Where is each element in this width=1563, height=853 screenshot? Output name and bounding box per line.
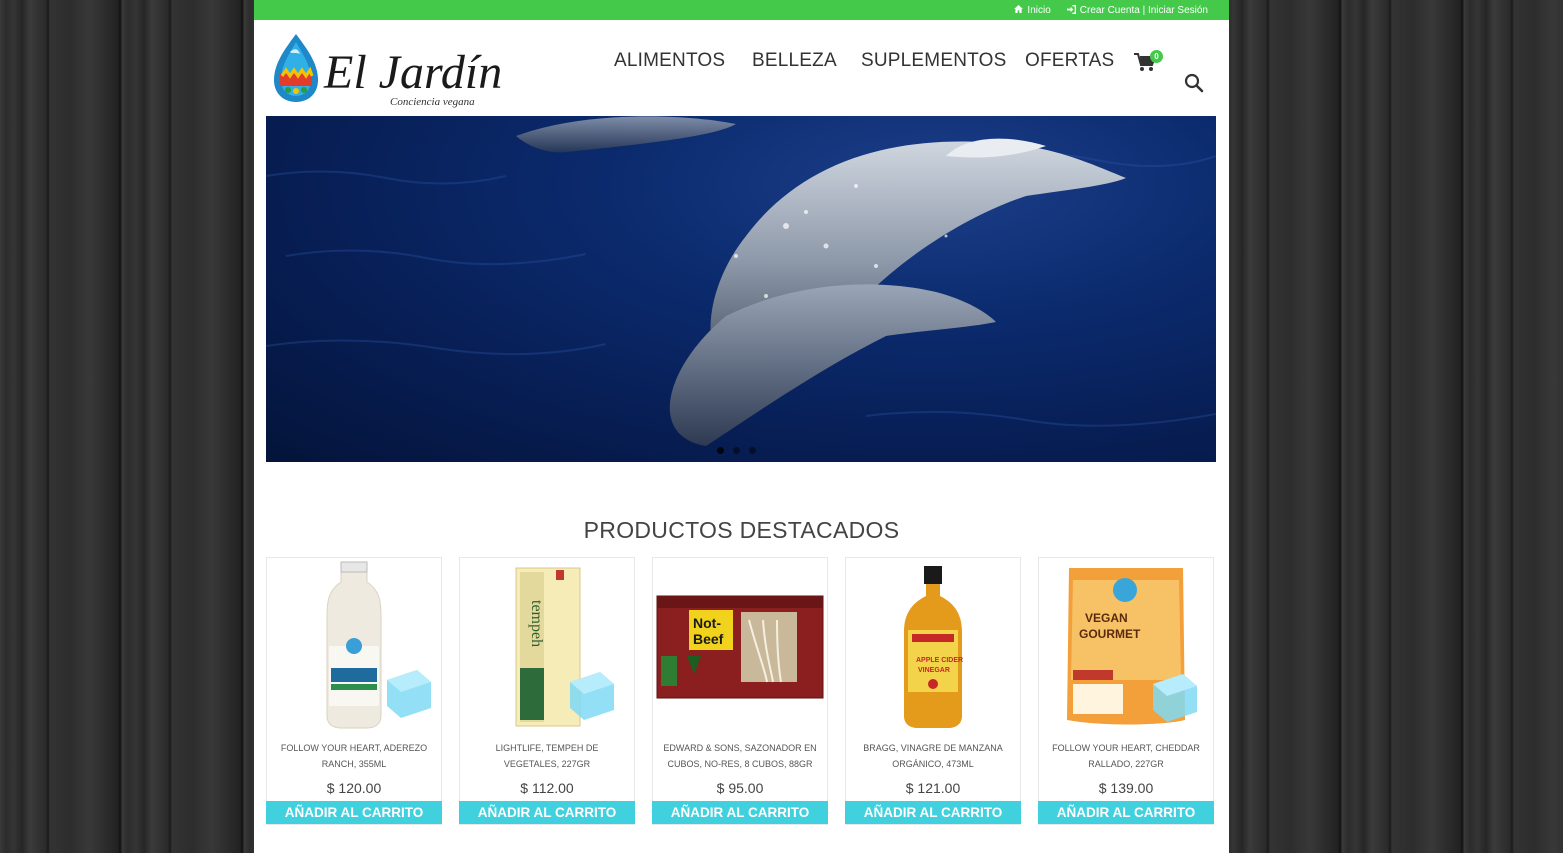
slider-dot[interactable] [733,447,740,454]
svg-text:Not-: Not- [693,615,721,631]
add-to-cart-button[interactable]: AÑADIR AL CARRITO [459,801,635,824]
search-icon[interactable] [1184,73,1204,93]
svg-text:tempeh: tempeh [528,600,545,647]
account-link[interactable]: Crear Cuenta | Iniciar Sesión [1066,4,1208,16]
add-to-cart-button[interactable]: AÑADIR AL CARRITO [1038,801,1214,824]
product-name[interactable]: FOLLOW YOUR HEART, ADEREZO RANCH, 355ML [275,740,433,772]
nav-item-ofertas[interactable]: OFERTAS [1025,50,1114,72]
product-price: $ 95.00 [716,780,764,796]
slider-dot[interactable] [749,447,756,454]
product-price: $ 112.00 [520,780,574,796]
add-to-cart-button[interactable]: AÑADIR AL CARRITO [845,801,1021,824]
product-price: $ 120.00 [326,780,382,796]
product-price: $ 121.00 [905,780,961,796]
top-bar: Inicio Crear Cuenta | Iniciar Sesión [254,0,1229,20]
product-image[interactable] [267,560,441,730]
hero-slider[interactable] [266,116,1216,462]
svg-text:APPLE CIDER: APPLE CIDER [916,657,963,664]
product-card[interactable]: tempeh LIGHTLIFE, TEMPEH DE VEGETALES, 2… [459,557,635,825]
featured-title: PRODUCTOS DESTACADOS [583,517,900,543]
product-image[interactable]: VEGAN GOURMET [1039,560,1213,730]
product-image[interactable]: Not- Beef [653,560,827,730]
product-name[interactable]: EDWARD & SONS, SAZONADOR EN CUBOS, NO-RE… [661,740,819,772]
product-name[interactable]: LIGHTLIFE, TEMPEH DE VEGETALES, 227GR [468,740,626,772]
slider-dots [717,447,756,454]
sign-in-icon [1066,4,1076,16]
product-name[interactable]: BRAGG, VINAGRE DE MANZANA ORGÁNICO, 473M… [854,740,1012,772]
add-to-cart-button[interactable]: AÑADIR AL CARRITO [652,801,828,824]
header: El Jardín Conciencia vegana ALIMENTOS BE… [254,20,1229,116]
brand-tagline: Conciencia vegana [390,96,475,108]
product-card[interactable]: VEGAN GOURMET FOLLOW YOUR HEART, CHEDDAR… [1038,557,1214,825]
main-nav: ALIMENTOS BELLEZA SUPLEMENTOS OFERTAS [254,50,1229,74]
svg-text:GOURMET: GOURMET [1079,627,1141,641]
home-icon [1014,5,1024,15]
svg-text:VEGAN: VEGAN [1085,611,1128,625]
slider-dot[interactable] [717,447,724,454]
home-link-label[interactable]: Inicio [1027,5,1050,16]
nav-item-suplementos[interactable]: SUPLEMENTOS [861,50,1006,72]
hero-image [266,116,1216,446]
product-card[interactable]: Not- Beef EDWARD & SONS, SAZONADOR EN CU… [652,557,828,825]
product-card[interactable]: FOLLOW YOUR HEART, ADEREZO RANCH, 355ML … [266,557,442,825]
nav-item-alimentos[interactable]: ALIMENTOS [614,50,725,72]
svg-text:VINEGAR: VINEGAR [918,667,950,674]
product-price: $ 139.00 [1098,780,1154,796]
page-container: Inicio Crear Cuenta | Iniciar Sesión El … [254,0,1229,853]
add-to-cart-button[interactable]: AÑADIR AL CARRITO [266,801,442,824]
cart-count-badge: 0 [1150,50,1163,63]
featured-products: FOLLOW YOUR HEART, ADEREZO RANCH, 355ML … [266,557,1216,825]
nav-item-belleza[interactable]: BELLEZA [752,50,837,72]
svg-text:Beef: Beef [693,631,724,647]
product-image[interactable]: APPLE CIDER VINEGAR [846,560,1020,730]
product-name[interactable]: FOLLOW YOUR HEART, CHEDDAR RALLADO, 227G… [1047,740,1205,772]
product-card[interactable]: APPLE CIDER VINEGAR BRAGG, VINAGRE DE MA… [845,557,1021,825]
account-link-label[interactable]: Crear Cuenta | Iniciar Sesión [1080,5,1208,16]
home-link[interactable]: Inicio [1014,5,1051,16]
product-image[interactable]: tempeh [460,560,634,730]
